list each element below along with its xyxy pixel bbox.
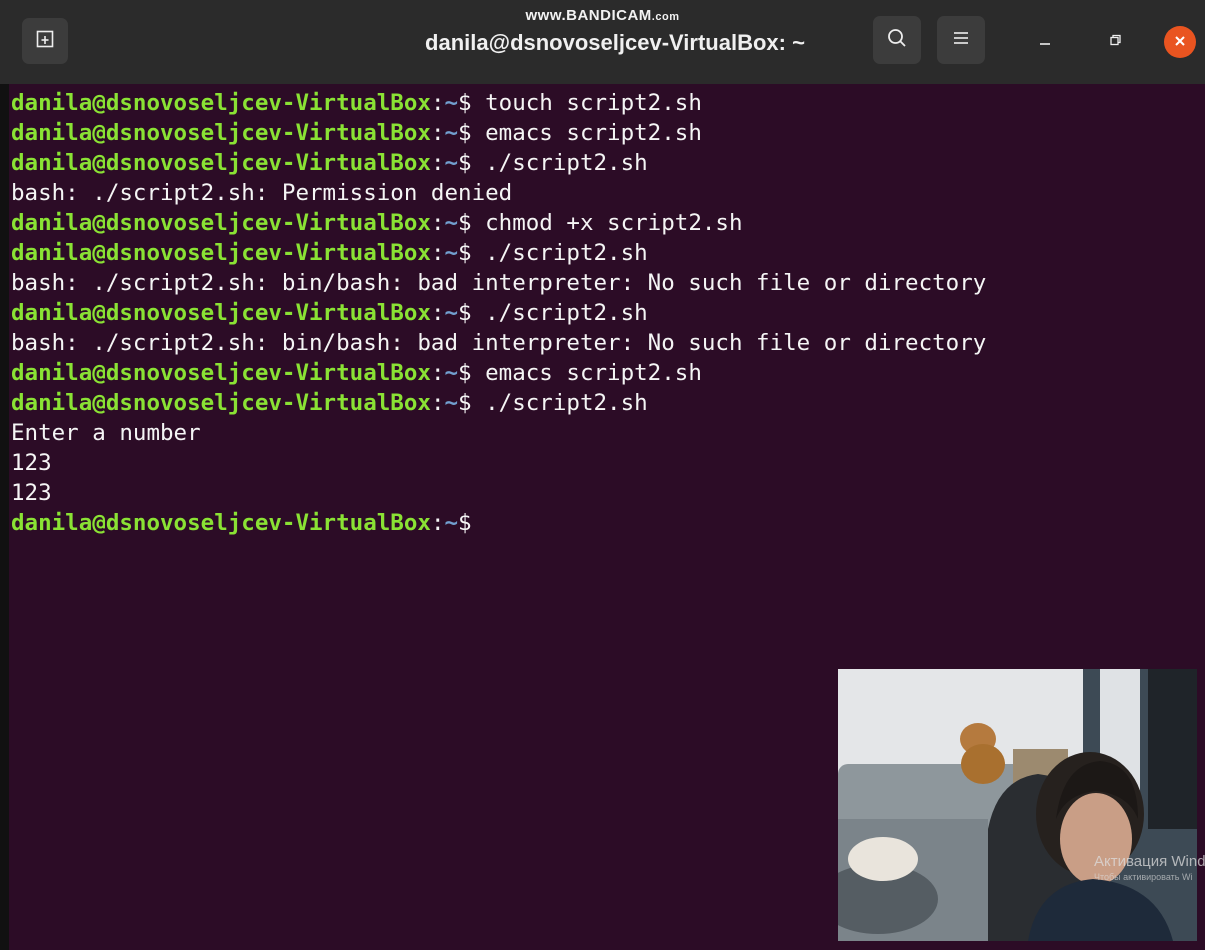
minimize-icon	[1038, 32, 1052, 51]
prompt-line: danila@dsnovoseljcev-VirtualBox:~$ emacs…	[11, 358, 1201, 388]
prompt-symbol: $	[458, 360, 486, 386]
close-button[interactable]	[1164, 26, 1196, 58]
prompt-user: danila@dsnovoseljcev-VirtualBox	[11, 300, 431, 326]
prompt-symbol: $	[458, 390, 486, 416]
command-text: chmod +x script2.sh	[485, 210, 743, 236]
minimize-button[interactable]	[1028, 24, 1062, 58]
output-text: Enter a number	[11, 420, 201, 446]
output-line: bash: ./script2.sh: bin/bash: bad interp…	[11, 268, 1201, 298]
prompt-user: danila@dsnovoseljcev-VirtualBox	[11, 360, 431, 386]
prompt-path: ~	[444, 360, 459, 386]
output-text: 123	[11, 480, 52, 506]
title-bar[interactable]: www.BANDICAM.com danila@dsnovoseljcev-Vi…	[0, 0, 1205, 84]
output-line: bash: ./script2.sh: Permission denied	[11, 178, 1201, 208]
output-text: bash: ./script2.sh: Permission denied	[11, 180, 513, 206]
prompt-user: danila@dsnovoseljcev-VirtualBox	[11, 510, 431, 536]
command-text: ./script2.sh	[485, 390, 648, 416]
prompt-symbol: $	[458, 300, 486, 326]
prompt-path: ~	[444, 150, 459, 176]
prompt-line: danila@dsnovoseljcev-VirtualBox:~$ ./scr…	[11, 388, 1201, 418]
command-text: emacs script2.sh	[485, 360, 702, 386]
prompt-path: ~	[444, 90, 459, 116]
prompt-user: danila@dsnovoseljcev-VirtualBox	[11, 390, 431, 416]
webcam-overlay	[838, 669, 1197, 941]
prompt-path: ~	[444, 300, 459, 326]
prompt-symbol: $	[458, 210, 486, 236]
command-text: ./script2.sh	[485, 240, 648, 266]
prompt-colon: :	[430, 210, 445, 236]
windows-activation-subtitle: Чтобы активировать Wi	[1094, 872, 1193, 882]
prompt-symbol: $	[458, 120, 486, 146]
prompt-line: danila@dsnovoseljcev-VirtualBox:~$ emacs…	[11, 118, 1201, 148]
prompt-user: danila@dsnovoseljcev-VirtualBox	[11, 240, 431, 266]
windows-activation-title: Активация Windov	[1094, 853, 1205, 870]
search-button[interactable]	[873, 16, 921, 64]
output-line: 123	[11, 478, 1201, 508]
hamburger-icon	[952, 30, 970, 50]
menu-button[interactable]	[937, 16, 985, 64]
prompt-colon: :	[430, 390, 445, 416]
bandicam-watermark: www.BANDICAM.com	[525, 7, 680, 24]
prompt-symbol: $	[458, 510, 486, 536]
prompt-line: danila@dsnovoseljcev-VirtualBox:~$ ./scr…	[11, 238, 1201, 268]
prompt-colon: :	[430, 240, 445, 266]
left-edge	[0, 0, 9, 950]
command-text: emacs script2.sh	[485, 120, 702, 146]
prompt-line: danila@dsnovoseljcev-VirtualBox:~$ ./scr…	[11, 148, 1201, 178]
prompt-symbol: $	[458, 240, 486, 266]
prompt-symbol: $	[458, 150, 486, 176]
command-text: touch script2.sh	[485, 90, 702, 116]
prompt-line: danila@dsnovoseljcev-VirtualBox:~$ chmod…	[11, 208, 1201, 238]
command-text: ./script2.sh	[485, 300, 648, 326]
prompt-colon: :	[430, 120, 445, 146]
search-icon	[886, 27, 908, 53]
window-title: danila@dsnovoseljcev-VirtualBox: ~	[425, 30, 805, 55]
maximize-button[interactable]	[1098, 24, 1132, 58]
prompt-colon: :	[430, 150, 445, 176]
prompt-colon: :	[430, 300, 445, 326]
prompt-path: ~	[444, 390, 459, 416]
prompt-symbol: $	[458, 90, 486, 116]
prompt-user: danila@dsnovoseljcev-VirtualBox	[11, 120, 431, 146]
command-text: ./script2.sh	[485, 150, 648, 176]
prompt-line: danila@dsnovoseljcev-VirtualBox:~$	[11, 508, 1201, 538]
prompt-line: danila@dsnovoseljcev-VirtualBox:~$ touch…	[11, 88, 1201, 118]
output-text: 123	[11, 450, 52, 476]
output-text: bash: ./script2.sh: bin/bash: bad interp…	[11, 330, 987, 356]
output-line: bash: ./script2.sh: bin/bash: bad interp…	[11, 328, 1201, 358]
prompt-colon: :	[430, 360, 445, 386]
prompt-path: ~	[444, 510, 459, 536]
prompt-colon: :	[430, 510, 445, 536]
output-line: Enter a number	[11, 418, 1201, 448]
prompt-user: danila@dsnovoseljcev-VirtualBox	[11, 90, 431, 116]
output-line: 123	[11, 448, 1201, 478]
webcam-image	[838, 669, 1197, 941]
prompt-path: ~	[444, 240, 459, 266]
prompt-path: ~	[444, 210, 459, 236]
prompt-user: danila@dsnovoseljcev-VirtualBox	[11, 150, 431, 176]
close-icon	[1173, 33, 1187, 52]
output-text: bash: ./script2.sh: bin/bash: bad interp…	[11, 270, 987, 296]
restore-icon	[1108, 32, 1122, 51]
prompt-colon: :	[430, 90, 445, 116]
prompt-path: ~	[444, 120, 459, 146]
terminal-output[interactable]: danila@dsnovoseljcev-VirtualBox:~$ touch…	[11, 88, 1201, 538]
prompt-user: danila@dsnovoseljcev-VirtualBox	[11, 210, 431, 236]
prompt-line: danila@dsnovoseljcev-VirtualBox:~$ ./scr…	[11, 298, 1201, 328]
